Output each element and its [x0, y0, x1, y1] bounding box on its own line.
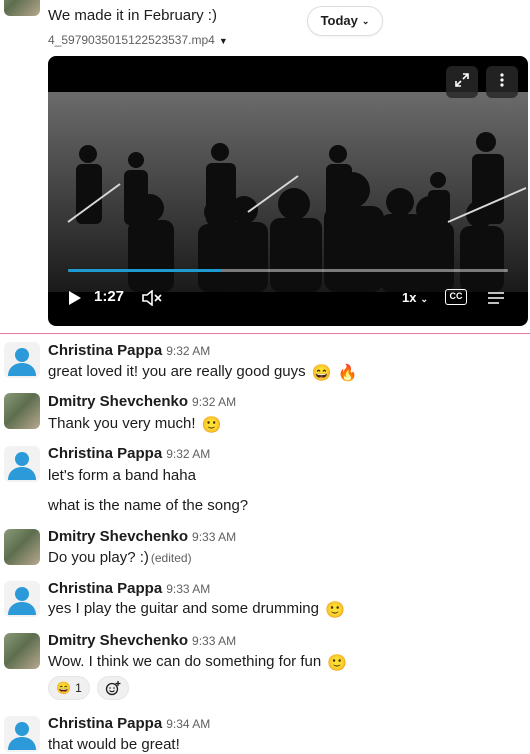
timestamp[interactable]: 9:33 AM	[192, 634, 236, 648]
timestamp[interactable]: 9:32 AM	[192, 395, 236, 409]
timestamp[interactable]: 9:34 AM	[166, 717, 210, 731]
video-thumbnail-band-icon	[48, 92, 528, 292]
author-name[interactable]: Dmitry Shevchenko	[48, 632, 188, 649]
timestamp[interactable]: 9:32 AM	[166, 447, 210, 461]
mute-icon[interactable]	[142, 289, 162, 311]
message-text: that would be great!	[48, 736, 180, 753]
play-icon[interactable]	[68, 290, 84, 306]
playback-speed: 1x	[402, 290, 417, 305]
author-name[interactable]: Christina Pappa	[48, 445, 162, 462]
message-text: Thank you very much! 🙂	[48, 414, 222, 435]
message-header: Dmitry Shevchenko 9:33 AM	[48, 631, 236, 651]
author-name[interactable]: Dmitry Shevchenko	[48, 393, 188, 410]
video-timestamp: 1:27	[94, 288, 125, 305]
chevron-down-icon: ⌄	[361, 16, 370, 26]
message-line: yes I play the guitar and some drumming	[48, 600, 319, 617]
message-line: Wow. I think we can do something for fun	[48, 653, 322, 670]
fire-emoji-icon: 🔥	[337, 365, 358, 382]
message-text: Do you play? :) (edited)	[48, 548, 192, 568]
grin-emoji-icon: 😄	[311, 365, 332, 382]
timestamp[interactable]: 9:33 AM	[166, 582, 210, 596]
smile-emoji-icon: 🙂	[201, 417, 222, 434]
captions-icon[interactable]: CC	[445, 289, 467, 305]
playback-speed-button[interactable]: 1x ⌄	[402, 290, 428, 305]
attachment-filename[interactable]: 4_5979035015122523537.mp4 ▼	[48, 33, 228, 47]
grin-emoji-icon: 😄	[56, 681, 72, 695]
video-player[interactable]: 1:27 1x ⌄ CC	[48, 56, 528, 326]
timestamp[interactable]: 9:32 AM	[166, 344, 210, 358]
avatar[interactable]	[4, 446, 40, 482]
avatar[interactable]	[4, 633, 40, 669]
message-text: what is the name of the song?	[48, 497, 249, 514]
avatar[interactable]	[4, 393, 40, 429]
message-header: Christina Pappa 9:32 AM	[48, 444, 210, 464]
avatar[interactable]	[4, 529, 40, 565]
author-name[interactable]: Christina Pappa	[48, 715, 162, 732]
more-icon[interactable]	[486, 66, 518, 98]
video-progress-bar[interactable]	[68, 269, 508, 272]
avatar[interactable]	[4, 716, 40, 752]
message-text: Wow. I think we can do something for fun…	[48, 652, 347, 673]
attachment-filename-text: 4_5979035015122523537.mp4	[48, 33, 215, 47]
author-name[interactable]: Christina Pappa	[48, 342, 162, 359]
video-progress-fill	[68, 269, 222, 272]
message-header: Dmitry Shevchenko 9:33 AM	[48, 527, 236, 547]
message-text: We made it in February :)	[48, 7, 217, 24]
reaction-pill[interactable]: 😄 1	[48, 676, 90, 700]
message-text: yes I play the guitar and some drumming …	[48, 599, 345, 620]
message-line: great loved it! you are really good guys	[48, 363, 306, 380]
smile-emoji-icon: 🙂	[327, 655, 348, 672]
smile-emoji-icon: 🙂	[325, 602, 346, 619]
person-icon	[8, 722, 36, 750]
person-icon	[8, 452, 36, 480]
video-frame	[48, 92, 528, 292]
avatar[interactable]	[4, 581, 40, 617]
message-line: Do you play? :)	[48, 549, 149, 566]
captions-label: CC	[449, 291, 463, 301]
message-header: Christina Pappa 9:33 AM	[48, 579, 210, 599]
message-header: Christina Pappa 9:32 AM	[48, 341, 210, 361]
edited-label: (edited)	[150, 551, 192, 565]
person-icon	[8, 587, 36, 615]
chevron-down-icon: ⌄	[420, 294, 429, 304]
message-header: Christina Pappa 9:34 AM	[48, 714, 210, 734]
message-text: let's form a band haha	[48, 467, 196, 484]
author-name[interactable]: Christina Pappa	[48, 580, 162, 597]
author-name[interactable]: Dmitry Shevchenko	[48, 528, 188, 545]
date-label: Today	[320, 13, 358, 28]
caret-down-icon[interactable]: ▼	[219, 36, 228, 46]
reaction-count: 1	[75, 681, 82, 695]
person-icon	[8, 348, 36, 376]
fullscreen-icon[interactable]	[446, 66, 478, 98]
add-reaction-icon[interactable]	[97, 676, 129, 700]
message-header: Dmitry Shevchenko 9:32 AM	[48, 392, 236, 412]
avatar[interactable]	[4, 0, 40, 16]
timestamp[interactable]: 9:33 AM	[192, 530, 236, 544]
menu-icon[interactable]	[488, 291, 504, 309]
date-divider-button[interactable]: Today ⌄	[307, 6, 383, 36]
message-text: great loved it! you are really good guys…	[48, 362, 358, 383]
avatar[interactable]	[4, 342, 40, 378]
message-line: Thank you very much!	[48, 415, 196, 432]
new-messages-divider	[0, 333, 530, 334]
